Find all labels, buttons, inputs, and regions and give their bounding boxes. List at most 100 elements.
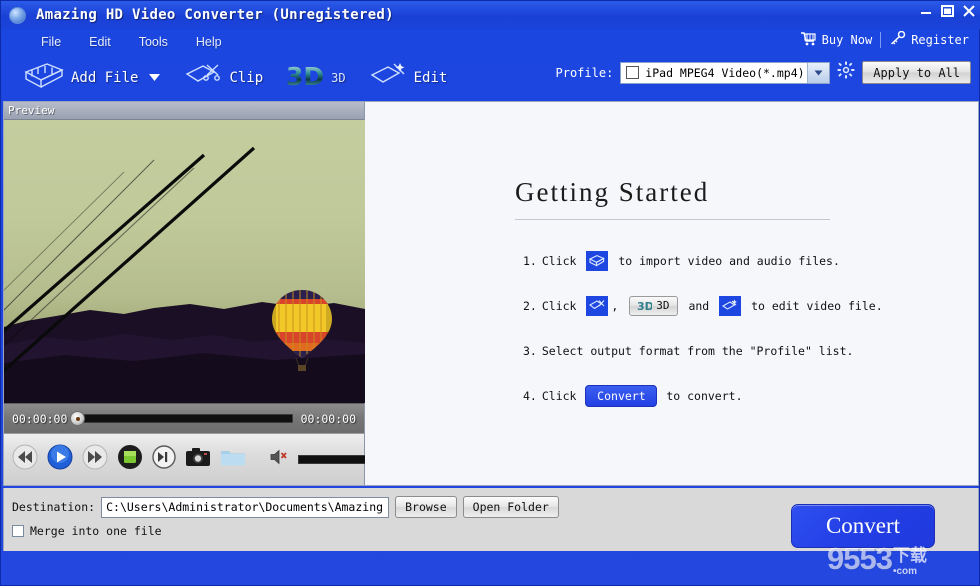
purchase-links: Buy Now Register [800, 30, 969, 49]
step-3-number: 3. [523, 343, 537, 358]
open-folder-label: Open Folder [472, 500, 549, 514]
profile-dropdown[interactable]: iPad MPEG4 Video(*.mp4) [620, 61, 831, 84]
step-1: 1. Click to import video and audio files… [523, 238, 943, 283]
application-window: Amazing HD Video Converter (Unregistered… [0, 0, 980, 586]
watermark-com: •com [892, 566, 918, 577]
merge-row: Merge into one file [12, 524, 162, 538]
menu-item-tools[interactable]: Tools [139, 35, 168, 49]
profile-value: iPad MPEG4 Video(*.mp4) [645, 65, 805, 80]
profile-format-icon [626, 66, 640, 79]
three-d-icon: 3D [285, 58, 325, 99]
clip-button[interactable]: Clip [183, 61, 263, 96]
buy-now-button[interactable]: Buy Now [800, 31, 873, 49]
step-1-number: 1. [523, 253, 537, 268]
key-icon [889, 30, 906, 49]
step-2-mid2: and [681, 298, 717, 313]
three-d-label: 3D [331, 71, 346, 85]
browse-button[interactable]: Browse [395, 496, 457, 518]
play-icon[interactable] [47, 444, 73, 475]
speaker-muted-icon[interactable] [269, 448, 291, 471]
step-2-pre: Click [541, 298, 584, 313]
convert-button-inline[interactable]: Convert [585, 384, 658, 407]
close-icon[interactable] [963, 5, 975, 17]
convert-label: Convert [825, 513, 901, 538]
merge-label: Merge into one file [30, 524, 162, 538]
gear-icon[interactable] [837, 61, 855, 84]
step-1-pre: Click [541, 253, 584, 268]
edit-label: Edit [413, 70, 448, 86]
destination-row: Destination: C:\Users\Administrator\Docu… [12, 496, 559, 518]
seek-bar-row: 00:00:00 00:00:00 [4, 403, 364, 433]
menu-item-edit[interactable]: Edit [89, 35, 111, 49]
fast-forward-icon[interactable] [82, 444, 108, 475]
step-1-post: to import video and audio files. [611, 253, 840, 268]
convert-button[interactable]: Convert [791, 504, 935, 548]
buy-now-label: Buy Now [821, 33, 873, 47]
menu-item-file[interactable]: File [41, 35, 61, 49]
seek-handle[interactable] [70, 411, 86, 426]
preview-label: Preview [8, 104, 55, 117]
getting-started-panel: Getting Started 1. Click to import video… [365, 102, 978, 485]
add-file-label: Add File [71, 70, 139, 86]
shopping-cart-icon [800, 31, 817, 49]
clip-icon[interactable] [586, 295, 609, 316]
open-folder-icon[interactable] [220, 447, 246, 473]
maximize-icon[interactable] [941, 5, 954, 17]
title-divider [515, 219, 830, 220]
app-logo-icon [9, 6, 26, 24]
step-4-pre: Click [541, 388, 584, 403]
step-4-number: 4. [523, 388, 537, 403]
step-2-mid1: , [611, 298, 626, 313]
open-folder-button[interactable]: Open Folder [462, 496, 559, 518]
add-file-button[interactable]: Add File [23, 61, 161, 96]
svg-text:3D: 3D [286, 62, 324, 91]
minimize-icon[interactable] [920, 5, 932, 17]
register-label: Register [911, 33, 969, 47]
add-file-icon[interactable] [586, 250, 609, 271]
current-time: 00:00:00 [12, 411, 68, 426]
apply-to-all-button[interactable]: Apply to All [862, 61, 971, 84]
total-time: 00:00:00 [300, 411, 356, 426]
volume-control[interactable] [269, 448, 382, 471]
svg-text:3D: 3D [637, 300, 652, 312]
page-title: Getting Started [515, 177, 710, 207]
preview-panel: Preview 00:00:00 00:00:00 [4, 102, 382, 485]
merge-checkbox[interactable] [12, 525, 24, 537]
steps-list: 1. Click to import video and audio files… [523, 238, 943, 418]
magic-wand-edit-icon [368, 61, 408, 96]
apply-to-all-label: Apply to All [873, 65, 960, 80]
chevron-down-icon[interactable] [807, 62, 830, 83]
step-3-text: Select output format from the "Profile" … [541, 343, 854, 358]
three-d-inline-label: 3D [656, 299, 670, 312]
edit-icon[interactable] [719, 295, 742, 316]
video-preview[interactable] [4, 120, 365, 403]
film-strip-icon [23, 61, 65, 96]
step-3: 3. Select output format from the "Profil… [523, 328, 943, 373]
step-forward-icon[interactable] [152, 445, 176, 474]
browse-label: Browse [405, 500, 447, 514]
divider [880, 32, 882, 48]
scissors-clip-icon [183, 61, 223, 96]
register-button[interactable]: Register [889, 30, 969, 49]
window-controls [920, 5, 975, 17]
rewind-icon[interactable] [12, 444, 38, 475]
stop-icon[interactable] [117, 444, 143, 475]
destination-label: Destination: [12, 500, 96, 514]
chevron-down-icon[interactable] [148, 69, 161, 87]
snapshot-camera-icon[interactable] [185, 446, 211, 473]
step-2: 2. Click , 3D 3D and to edit video file. [523, 283, 943, 328]
playback-controls [4, 433, 382, 485]
destination-input[interactable]: C:\Users\Administrator\Documents\Amazing… [101, 496, 390, 518]
seek-slider[interactable] [70, 411, 293, 426]
clip-label: Clip [229, 70, 264, 86]
three-d-button[interactable]: 3D 3D [285, 58, 345, 99]
edit-button[interactable]: Edit [368, 61, 448, 96]
step-2-number: 2. [523, 298, 537, 313]
menu-item-help[interactable]: Help [196, 35, 222, 49]
three-d-button[interactable]: 3D 3D [629, 295, 678, 316]
profile-area: Profile: iPad MPEG4 Video(*.mp4) Apply t… [555, 61, 971, 84]
step-4-post: to convert. [659, 388, 743, 403]
profile-label: Profile: [555, 65, 614, 80]
title-bar: Amazing HD Video Converter (Unregistered… [1, 1, 980, 29]
window-title: Amazing HD Video Converter (Unregistered… [36, 7, 394, 23]
